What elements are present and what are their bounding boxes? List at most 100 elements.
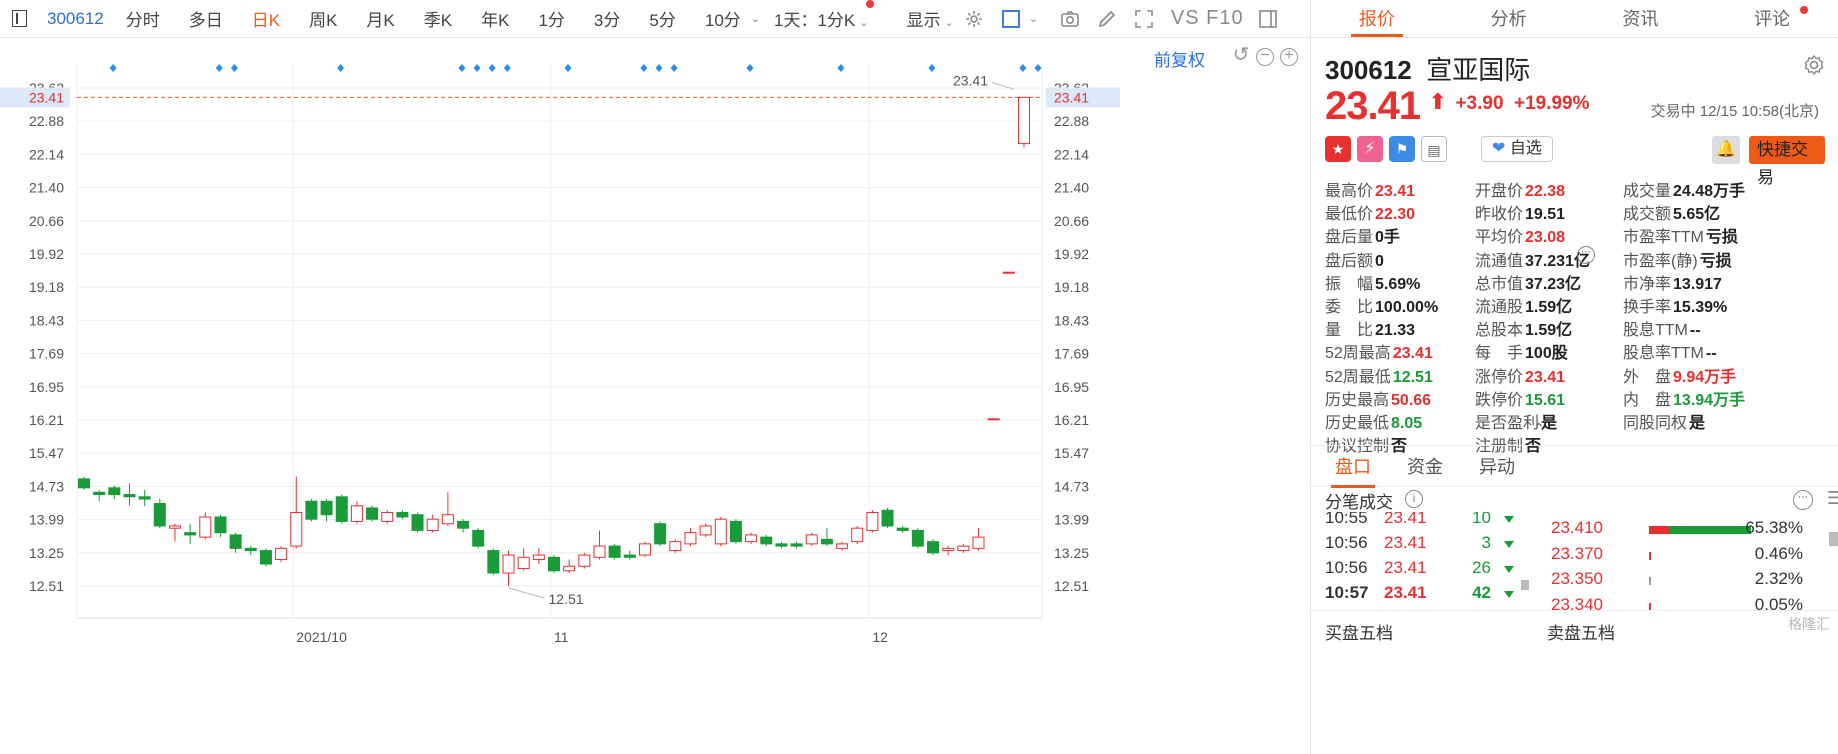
level-price: 23.340 (1551, 594, 1603, 611)
event-marker-icon (215, 64, 223, 72)
y-tick-label-left: 16.21 (29, 412, 64, 428)
trades-scrollbar[interactable] (1521, 580, 1529, 590)
zoom-out-icon[interactable]: − (1256, 48, 1274, 66)
y-tick-label-right: 14.73 (1054, 478, 1089, 494)
quote-label: 平均价 (1475, 229, 1524, 247)
reset-icon[interactable]: ↺ (1232, 45, 1250, 66)
layout-chevron-icon[interactable]: ⌄ (1029, 12, 1038, 25)
buy-levels-label: 买盘五档 (1325, 624, 1393, 643)
add-watchlist-button[interactable]: ❤ 自选 (1481, 136, 1553, 162)
quote-label: 成交额 (1623, 206, 1672, 224)
y-tick-label-right: 13.99 (1054, 512, 1089, 528)
candle-body (335, 496, 348, 522)
camera-icon[interactable] (1060, 9, 1080, 29)
quote-item: 成交额 5.65亿 (1623, 200, 1720, 224)
info-icon[interactable]: i (1405, 490, 1423, 508)
y-tick-label-left: 12.51 (29, 578, 64, 594)
period-tab[interactable]: 月K (366, 6, 394, 31)
period-tab[interactable]: 日K (252, 6, 280, 31)
notification-dot (1800, 6, 1808, 14)
price-levels-list[interactable]: 23.410 65.38% 23.370 0.46% 23.350 2.32% 23.340… (1539, 518, 1838, 610)
candle-body (775, 543, 788, 547)
period-tab[interactable]: 分时 (126, 6, 160, 31)
quote-item: 流通股 1.59亿 (1475, 293, 1572, 317)
quote-label: 市盈率TTM (1623, 229, 1704, 247)
draw-pencil-icon[interactable] (1097, 9, 1117, 29)
y-tick-label-left: 21.40 (29, 180, 64, 196)
quote-item: 涨停价 23.41 (1475, 363, 1565, 387)
tab-order-book[interactable]: 盘口 (1331, 446, 1375, 488)
quote-value: 23.41 (1375, 183, 1416, 200)
zoom-in-icon[interactable]: + (1280, 48, 1298, 66)
period-tab[interactable]: 1分 (538, 6, 564, 31)
quote-item: 委 比 100.00% (1325, 293, 1438, 317)
y-tick-label-left: 22.88 (29, 113, 64, 129)
fullscreen-icon[interactable] (1134, 9, 1154, 29)
quick-trade-button[interactable]: 快捷交易 (1749, 136, 1825, 187)
trades-list[interactable]: 10:55 23.41 10 10:56 23.41 3 10:56 23.41 26 10:57… (1311, 512, 1536, 610)
layout-square-icon[interactable] (1001, 9, 1021, 29)
trade-price: 23.41 (1384, 583, 1427, 602)
y-tick-label-right: 16.95 (1054, 379, 1089, 395)
period-tab[interactable]: 多日 (189, 6, 223, 31)
display-menu[interactable]: 显示 ⌄ (906, 6, 953, 31)
quote-value: 0手 (1375, 229, 1400, 247)
quote-item: 市盈率(静) 亏损 (1623, 247, 1732, 271)
period-tab[interactable]: 年K (481, 6, 509, 31)
toolbar-stock-code[interactable]: 300612 (47, 9, 104, 29)
candle-body (199, 516, 212, 538)
quote-label: 昨收价 (1475, 206, 1524, 224)
candle-body (972, 536, 985, 549)
period-tab[interactable]: 季K (424, 6, 452, 31)
candle-body (638, 543, 651, 556)
trade-vol: 10 (1472, 512, 1491, 527)
quote-value: 100股 (1525, 345, 1568, 363)
kline-chart[interactable]: 23.6223.6222.8822.8822.1422.1421.4021.40… (0, 38, 1310, 754)
bookmark-icon[interactable]: ▤ (1421, 136, 1447, 162)
trade-time: 10:55 (1325, 512, 1368, 527)
menu-list-icon[interactable]: ☰ (1827, 488, 1838, 509)
sell-arrow-icon (1504, 541, 1514, 548)
period-tab[interactable]: 3分 (594, 6, 620, 31)
panel-toggle-icon[interactable] (1258, 9, 1278, 29)
sidebar-toggle-icon[interactable] (12, 10, 27, 27)
quote-item: 最低价 22.30 (1325, 200, 1415, 224)
quote-value: 8.05 (1391, 415, 1423, 432)
quote-item: 外 盘 9.94万手 (1623, 363, 1736, 387)
event-marker-icon (458, 64, 466, 72)
tab-alerts[interactable]: 异动 (1479, 446, 1515, 488)
trade-row: 10:57 23.41 42 (1311, 583, 1536, 608)
more-periods-chevron-icon[interactable]: ⌄ (751, 12, 760, 25)
quote-label: 每 手 (1475, 345, 1524, 363)
collapse-chevron-icon[interactable]: ⌃ (1531, 420, 1547, 436)
tab-analysis[interactable]: 分析 (1443, 0, 1575, 37)
vs-f10-tools[interactable]: VS F10 (1171, 7, 1244, 30)
tab-quote[interactable]: 报价 (1311, 0, 1443, 37)
trades-more-icon[interactable]: ⋯ (1793, 490, 1813, 510)
tab-capital[interactable]: 资金 (1407, 446, 1443, 488)
quote-item: 同股同权是 (1623, 409, 1705, 433)
price-level-row: 23.340 0.05% (1539, 594, 1838, 611)
period-select[interactable]: 1天：1分K ⌄ (774, 0, 875, 31)
quote-value: 19.51 (1525, 206, 1566, 224)
alert-bell-icon[interactable]: 🔔 (1712, 136, 1740, 164)
settings-gear-icon[interactable] (964, 9, 984, 29)
quote-item: 52周最低 12.51 (1325, 363, 1433, 387)
tab-comments[interactable]: 评论 (1706, 0, 1838, 37)
quote-value: 23.41 (1392, 345, 1433, 363)
tab-news[interactable]: 资讯 (1575, 0, 1707, 37)
quote-item: 开盘价 22.38 (1475, 177, 1565, 201)
level-price: 23.370 (1551, 543, 1603, 563)
period-tab[interactable]: 周K (309, 6, 337, 31)
quote-value: 12.51 (1392, 368, 1433, 386)
price-adjust-toggle[interactable]: 前复权 (1154, 46, 1205, 71)
period-tab[interactable]: 10分 (705, 6, 741, 31)
panel-settings-gear-icon[interactable] (1803, 54, 1825, 76)
y-tick-label-left: 22.14 (29, 146, 64, 162)
quote-label: 内 盘 (1623, 391, 1672, 409)
y-tick-label-right: 18.43 (1054, 312, 1089, 328)
period-tab[interactable]: 5分 (649, 6, 675, 31)
more-info-icon[interactable]: ⋯ (1577, 246, 1595, 264)
level-bar (1649, 577, 1749, 585)
quote-value: 15.39% (1673, 299, 1728, 316)
